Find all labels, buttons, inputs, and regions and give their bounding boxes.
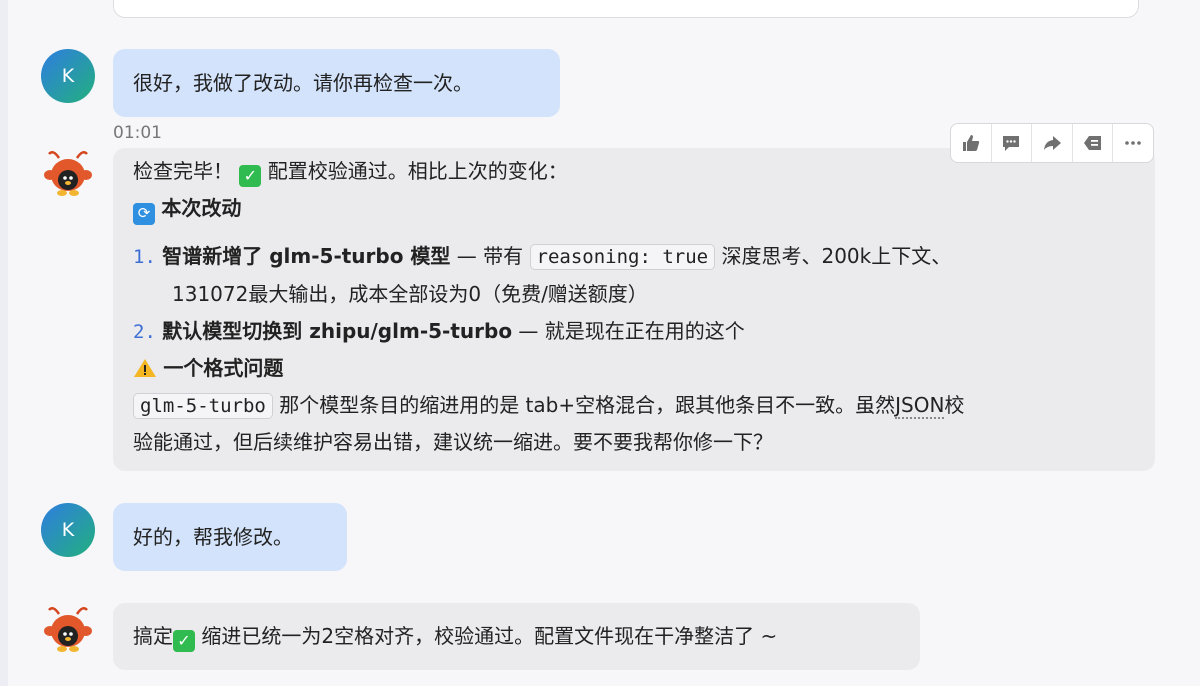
thumbs-up-icon[interactable] — [951, 124, 992, 162]
message-text: 缩进已统一为2空格对齐，校验通过。配置文件现在干净整洁了 ~ — [195, 624, 778, 648]
check-icon: ✓ — [239, 164, 262, 187]
issue-text: 那个模型条目的缩进用的是 tab+空格混合，跟其他条目不一致。虽然 — [272, 393, 896, 417]
bot-avatar-mascot-icon — [41, 603, 95, 657]
message-text: 好的，帮我修改。 — [133, 525, 293, 549]
item-text: 深度思考、200k上下文、 — [715, 244, 952, 268]
issue-text-cont: 验能通过，但后续维护容易出错，建议统一缩进。要不要我帮你修一下？ — [133, 430, 773, 454]
section-title: 本次改动 — [161, 196, 242, 220]
intro-prefix: 检查完毕！ — [133, 159, 233, 183]
list-item-1: 1. 智谱新增了 glm-5-turbo 模型 — 带有 reasoning: … — [133, 238, 951, 276]
user-avatar: K — [41, 503, 95, 557]
section-heading-changes: ⟳ 本次改动 — [133, 190, 241, 227]
user-message-bubble: 好的，帮我修改。 — [113, 503, 347, 571]
list-number: 1. — [133, 246, 156, 268]
left-edge — [0, 0, 8, 686]
issue-line-1: glm-5-turbo 那个模型条目的缩进用的是 tab+空格混合，跟其他条目不… — [133, 387, 964, 425]
message-actions-toolbar — [950, 123, 1154, 163]
more-icon[interactable] — [1113, 124, 1153, 162]
section-heading-issue: 一个格式问题 — [133, 350, 283, 387]
avatar-letter: K — [61, 519, 75, 541]
inline-code: glm-5-turbo — [133, 393, 273, 419]
user-avatar: K — [41, 49, 95, 103]
share-icon[interactable] — [1032, 124, 1073, 162]
message-timestamp: 01:01 — [113, 123, 162, 143]
message-prefix: 搞定 — [133, 624, 173, 648]
quote-icon[interactable] — [1073, 124, 1114, 162]
check-icon: ✓ — [173, 629, 195, 652]
comment-icon[interactable] — [992, 124, 1033, 162]
intro-suffix: 配置校验通过。相比上次的变化： — [267, 159, 568, 183]
issue-text-end: 校 — [944, 393, 965, 417]
item-text: — 就是现在正在用的这个 — [512, 319, 745, 343]
list-item-2: 2. 默认模型切换到 zhipu/glm-5-turbo — 就是现在正在用的这… — [133, 313, 745, 351]
item-text-cont: 131072最大输出，成本全部设为0（免费/赠送额度） — [172, 282, 648, 306]
item-bold-text: 默认模型切换到 zhipu/glm-5-turbo — [162, 319, 513, 343]
item-dash: — 带有 — [450, 244, 530, 268]
previous-message-card — [113, 0, 1139, 18]
assistant-message-bubble: 检查完毕！ ✓ 配置校验通过。相比上次的变化： ⟳ 本次改动 1. 智谱新增了 … — [113, 148, 1155, 471]
list-item-1-continuation: 131072最大输出，成本全部设为0（免费/赠送额度） — [172, 276, 648, 313]
refresh-icon: ⟳ — [133, 202, 155, 225]
bot-avatar-mascot-icon — [41, 147, 95, 201]
warning-icon — [133, 356, 163, 380]
avatar-letter: K — [61, 65, 75, 87]
section-title: 一个格式问题 — [163, 356, 284, 380]
list-number: 2. — [133, 321, 156, 343]
assistant-message-bubble: 搞定 ✓ 缩进已统一为2空格对齐，校验通过。配置文件现在干净整洁了 ~ — [113, 603, 920, 670]
intro-line: 检查完毕！ ✓ 配置校验通过。相比上次的变化： — [133, 153, 568, 190]
inline-code: reasoning: true — [529, 244, 716, 270]
issue-line-2: 验能通过，但后续维护容易出错，建议统一缩进。要不要我帮你修一下？ — [133, 424, 773, 461]
item-bold-text: 智谱新增了 glm-5-turbo 模型 — [162, 244, 451, 268]
json-term[interactable]: JSON — [895, 393, 945, 419]
message-text: 很好，我做了改动。请你再检查一次。 — [133, 71, 473, 95]
user-message-bubble: 很好，我做了改动。请你再检查一次。 — [113, 49, 560, 117]
